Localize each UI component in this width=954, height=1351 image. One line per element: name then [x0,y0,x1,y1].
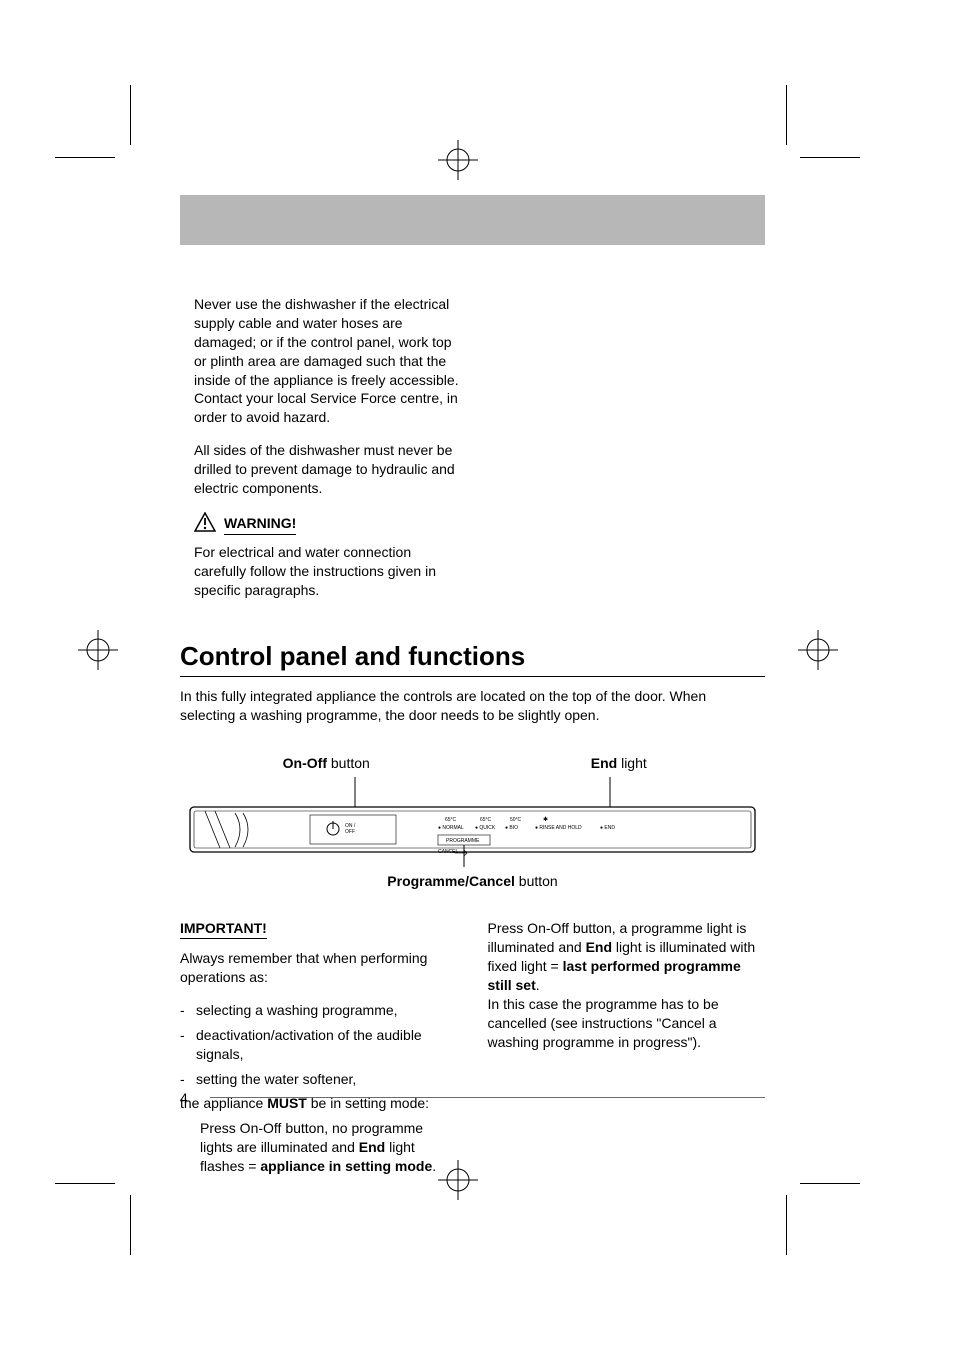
crop-mark [800,1183,860,1184]
right-para-2: In this case the programme has to be can… [488,995,766,1052]
warning-icon [194,512,216,537]
section-title: Control panel and functions [180,641,765,672]
safety-right-col [495,295,766,613]
svg-text:OFF: OFF [345,829,355,835]
safety-drill-para: All sides of the dishwasher must never b… [194,441,465,498]
crop-mark [786,85,787,145]
section-rule [180,676,765,677]
important-left-col: IMPORTANT! Always remember that when per… [180,919,458,1176]
svg-text:● BIO: ● BIO [505,825,518,831]
header-bar [180,195,765,245]
svg-text:● END: ● END [600,825,615,831]
registration-mark [78,630,118,670]
control-panel-diagram: On-Off button End light ON / OFF 65°C ● … [180,755,765,889]
important-right-col: Press On-Off button, a programme light i… [488,919,766,1176]
list-item: setting the water softener, [180,1070,458,1089]
registration-mark [438,140,478,180]
crop-mark [800,157,860,158]
footer-rule [210,1097,765,1098]
operations-list: selecting a washing programme, deactivat… [180,1001,458,1089]
svg-text:65°C: 65°C [445,817,457,823]
important-columns: IMPORTANT! Always remember that when per… [180,919,765,1176]
safety-left-col: Never use the dishwasher if the electric… [180,295,465,613]
setting-mode-block: Press On-Off button, no programme lights… [180,1119,458,1176]
crop-mark [55,1183,115,1184]
important-label: IMPORTANT! [180,919,267,939]
svg-text:● RINSE AND HOLD: ● RINSE AND HOLD [535,825,582,831]
svg-text:CANCEL: CANCEL [438,849,459,855]
section-intro: In this fully integrated appliance the c… [180,687,765,725]
warning-row: WARNING! [194,512,465,537]
registration-mark [798,630,838,670]
safety-electrical-para: Never use the dishwasher if the electric… [194,295,465,427]
programme-callout: Programme/Cancel button [180,873,765,889]
crop-mark [130,1195,131,1255]
warning-label: WARNING! [224,514,296,535]
right-para-1: Press On-Off button, a programme light i… [488,919,766,995]
end-callout: End light [473,755,766,771]
crop-mark [55,157,115,158]
warning-para: For electrical and water connection care… [194,543,465,600]
svg-text:PROGRAMME: PROGRAMME [446,838,480,844]
always-remember: Always remember that when performing ope… [180,949,458,987]
list-item: selecting a washing programme, [180,1001,458,1020]
page-number: 4 [180,1090,188,1106]
crop-mark [130,85,131,145]
svg-text:50°C: 50°C [510,817,522,823]
panel-svg: ON / OFF 65°C ● NORMAL 65°C ● QUICK 50°C… [180,777,765,867]
svg-text:✱: ✱ [543,816,548,823]
crop-mark [786,1195,787,1255]
safety-columns: Never use the dishwasher if the electric… [180,295,765,613]
list-item: deactivation/activation of the audible s… [180,1026,458,1064]
svg-text:● NORMAL: ● NORMAL [438,825,464,831]
onoff-callout: On-Off button [180,755,473,771]
svg-text:● QUICK: ● QUICK [475,825,496,831]
svg-text:65°C: 65°C [480,817,492,823]
page-content: Never use the dishwasher if the electric… [180,195,765,1176]
